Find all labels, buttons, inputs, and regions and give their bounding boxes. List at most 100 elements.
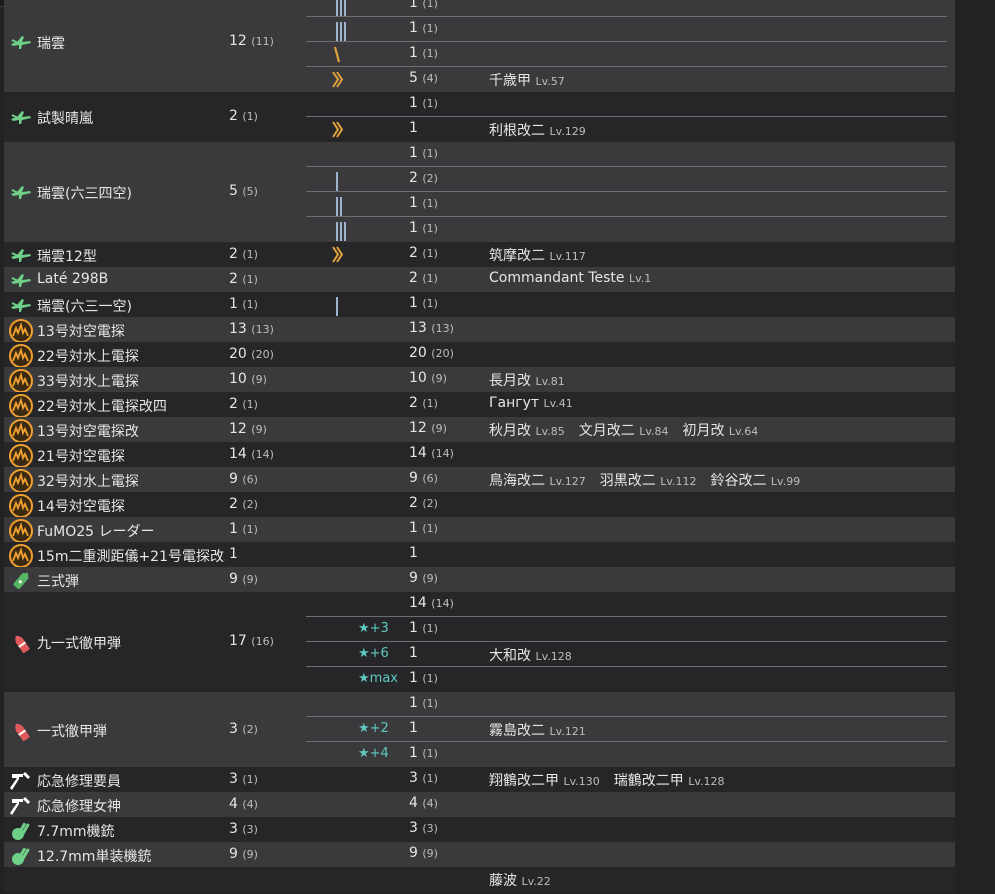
equipment-subrow[interactable]: 10 (9) 長月改 Lv.81 bbox=[306, 367, 947, 392]
equipment-subrow[interactable]: 2 (2) bbox=[306, 167, 947, 192]
radar-icon bbox=[9, 343, 33, 368]
equipment-group[interactable]: 瑞雲(六三一空) 1 (1) 1 (1) bbox=[4, 292, 955, 317]
equipment-subrow[interactable]: 5 (4) 千歳甲 Lv.57 bbox=[306, 67, 947, 92]
equipment-group[interactable]: 14号対空電探 2 (2) 2 (2) bbox=[4, 492, 955, 518]
equipment-group[interactable]: 九一式徹甲弾 17 (16) 14 (14) ★+3 1 (1) ★+6 1 大和改 Lv.1… bbox=[4, 592, 955, 692]
equipment-subrow[interactable]: 9 (9) bbox=[306, 567, 947, 592]
ship-entry[interactable]: 霧島改二 Lv.121 bbox=[489, 723, 586, 739]
equipment-subrow[interactable]: 14 (14) bbox=[306, 592, 947, 617]
equipment-subrow[interactable]: 2 (1) Commandant Teste Lv.1 bbox=[306, 267, 947, 292]
equipment-name: 瑞雲(六三一空) bbox=[37, 298, 132, 315]
ship-entry[interactable]: 瑞鶴改二甲 Lv.128 bbox=[614, 773, 725, 789]
ship-entry[interactable]: Commandant Teste Lv.1 bbox=[489, 270, 651, 286]
equipment-group[interactable]: 33号対水上電探 10 (9) 10 (9) 長月改 Lv.81 bbox=[4, 367, 955, 393]
equipment-subrow[interactable]: 1 (1) bbox=[306, 142, 947, 167]
equipment-subrow[interactable]: 20 (20) bbox=[306, 342, 947, 367]
ship-level: Lv.117 bbox=[549, 250, 586, 263]
equipment-subrow[interactable]: 1 (1) bbox=[306, 0, 947, 17]
equipment-subrow[interactable]: 1 (1) bbox=[306, 92, 947, 117]
equipment-subrow[interactable]: 3 (3) bbox=[306, 817, 947, 842]
equipment-subrow[interactable]: 4 (4) bbox=[306, 792, 947, 817]
equipment-subrow[interactable]: 13 (13) bbox=[306, 317, 947, 342]
ship-entry[interactable]: 初月改 Lv.64 bbox=[682, 423, 758, 439]
ship-level: Lv.128 bbox=[688, 775, 725, 788]
equipment-group[interactable]: 試製晴嵐 2 (1) 1 (1) 1 利根改二 Lv.129 bbox=[4, 92, 955, 142]
equipment-group[interactable]: 応急修理女神 4 (4) 4 (4) bbox=[4, 792, 955, 817]
total-locked-count: (2) bbox=[242, 722, 258, 736]
equipment-subrow[interactable]: 1 bbox=[306, 542, 947, 567]
ship-entry[interactable]: 利根改二 Lv.129 bbox=[489, 123, 586, 139]
ap-shell-icon bbox=[9, 631, 33, 655]
ship-entry[interactable]: 藤波 Lv.22 bbox=[489, 873, 551, 889]
ship-entry[interactable]: 大和改 Lv.128 bbox=[489, 648, 572, 664]
subrow-count: 2 (2) bbox=[409, 495, 438, 511]
ship-entry[interactable]: 千歳甲 Lv.57 bbox=[489, 73, 565, 89]
ship-level: Lv.128 bbox=[535, 650, 572, 663]
ship-entry[interactable]: 翔鶴改二甲 Lv.130 bbox=[489, 773, 600, 789]
equipment-subrow[interactable]: 2 (2) bbox=[306, 492, 947, 517]
equipment-group[interactable]: 22号対水上電探 20 (20) 20 (20) bbox=[4, 342, 955, 368]
ship-entry[interactable]: Гангут Lv.41 bbox=[489, 395, 573, 411]
ship-level: Lv.1 bbox=[628, 272, 652, 285]
ship-entry[interactable]: 鳥海改二 Lv.127 bbox=[489, 473, 586, 489]
equipment-total: 10 (9) bbox=[229, 371, 267, 387]
total-count: 12 bbox=[229, 33, 247, 49]
equipment-name: 応急修理要員 bbox=[37, 773, 121, 790]
equipment-subrow[interactable]: 12 (9) 秋月改 Lv.85 文月改二 Lv.84 初月改 Lv.64 bbox=[306, 417, 947, 442]
equipment-subrow[interactable]: 2 (1) 筑摩改二 Lv.117 bbox=[306, 242, 947, 267]
equipment-subrow[interactable]: 1 利根改二 Lv.129 bbox=[306, 117, 947, 142]
equipment-group[interactable]: 三式弾 9 (9) 9 (9) bbox=[4, 567, 955, 592]
total-locked-count: (1) bbox=[242, 272, 258, 286]
equipment-list: 瑞雲 12 (11) 1 (1) 1 (1) 1 (1) 5 (4) 千歳甲 Lv.57 試… bbox=[0, 0, 995, 894]
subrow-count: 10 (9) bbox=[409, 370, 447, 386]
equipment-group[interactable]: 13号対空電探 13 (13) 13 (13) bbox=[4, 317, 955, 343]
equipment-subrow[interactable]: 1 (1) bbox=[306, 42, 947, 67]
equipment-subrow[interactable]: 2 (1) Гангут Lv.41 bbox=[306, 392, 947, 417]
equipment-subrow[interactable]: ★+4 1 (1) bbox=[306, 742, 947, 767]
equipment-subrow[interactable]: 1 (1) bbox=[306, 692, 947, 717]
equipment-group[interactable]: 15m二重測距儀+21号電探改二 1 1 bbox=[4, 542, 955, 568]
total-locked-count: (9) bbox=[251, 422, 267, 436]
ship-entry[interactable]: 長月改 Lv.81 bbox=[489, 373, 565, 389]
equipment-group[interactable]: 瑞雲12型 2 (1) 2 (1) 筑摩改二 Lv.117 bbox=[4, 242, 955, 267]
equipment-subrow[interactable]: 1 (1) bbox=[306, 217, 947, 242]
equipment-group[interactable]: 7.7mm機銃 3 (3) 3 (3) bbox=[4, 817, 955, 842]
subrow-count: 4 (4) bbox=[409, 795, 438, 811]
equipment-subrow[interactable]: 3 (1) 翔鶴改二甲 Lv.130 瑞鶴改二甲 Lv.128 bbox=[306, 767, 947, 792]
equipment-group[interactable]: 13号対空電探改 12 (9) 12 (9) 秋月改 Lv.85 文月改二 Lv.84 初… bbox=[4, 417, 955, 443]
subrow-count: 1 (1) bbox=[409, 45, 438, 61]
ship-entry[interactable]: 文月改二 Lv.84 bbox=[579, 423, 669, 439]
equipment-group[interactable]: Laté 298B 2 (1) 2 (1) Commandant Teste Lv.1 bbox=[4, 267, 955, 292]
equipment-subrow[interactable]: 藤波 Lv.22 bbox=[306, 867, 947, 892]
equipment-name: 瑞雲12型 bbox=[37, 248, 97, 265]
equipment-subrow[interactable]: 9 (6) 鳥海改二 Lv.127 羽黒改二 Lv.112 鈴谷改二 Lv.99 bbox=[306, 467, 947, 492]
ship-entry[interactable]: 羽黒改二 Lv.112 bbox=[600, 473, 697, 489]
equipment-subrow[interactable]: 1 (1) bbox=[306, 192, 947, 217]
equipment-subrow[interactable]: 1 (1) bbox=[306, 292, 947, 317]
equipment-subrow[interactable]: 1 (1) bbox=[306, 17, 947, 42]
equipment-subrow[interactable]: ★+3 1 (1) bbox=[306, 617, 947, 642]
equipment-subrow[interactable]: ★+2 1 霧島改二 Lv.121 bbox=[306, 717, 947, 742]
equipment-group[interactable]: 応急修理要員 3 (1) 3 (1) 翔鶴改二甲 Lv.130 瑞鶴改二甲 Lv.128 bbox=[4, 767, 955, 792]
equipment-group[interactable]: 一式徹甲弾 3 (2) 1 (1) ★+2 1 霧島改二 Lv.121 ★+4 1 (1) bbox=[4, 692, 955, 767]
equipment-subrow[interactable]: 9 (9) bbox=[306, 842, 947, 867]
ship-entry[interactable]: 鈴谷改二 Lv.99 bbox=[710, 473, 800, 489]
equipment-group[interactable]: 22号対水上電探改四 2 (1) 2 (1) Гангут Lv.41 bbox=[4, 392, 955, 418]
total-count: 9 bbox=[229, 470, 238, 487]
equipment-group[interactable]: 瑞雲 12 (11) 1 (1) 1 (1) 1 (1) 5 (4) 千歳甲 Lv.57 bbox=[4, 0, 955, 92]
total-locked-count: (1) bbox=[242, 297, 258, 311]
equipment-subrow[interactable]: 14 (14) bbox=[306, 442, 947, 467]
equipment-group[interactable]: 藤波 Lv.22 bbox=[4, 867, 955, 892]
equipment-subrow[interactable]: 1 (1) bbox=[306, 517, 947, 542]
equipment-group[interactable]: 21号対空電探 14 (14) 14 (14) bbox=[4, 442, 955, 468]
ship-entry[interactable]: 筑摩改二 Lv.117 bbox=[489, 248, 586, 264]
count-value: 9 bbox=[409, 470, 418, 486]
equipment-group[interactable]: 32号対水上電探 9 (6) 9 (6) 鳥海改二 Lv.127 羽黒改二 Lv.112… bbox=[4, 467, 955, 493]
equipment-group[interactable]: FuMO25 レーダー 1 (1) 1 (1) bbox=[4, 517, 955, 543]
equipment-subrow[interactable]: ★+6 1 大和改 Lv.128 bbox=[306, 642, 947, 667]
ship-entry[interactable]: 秋月改 Lv.85 bbox=[489, 423, 565, 439]
equipment-group[interactable]: 12.7mm単装機銃 9 (9) 9 (9) bbox=[4, 842, 955, 867]
equipment-subrow[interactable]: ★max 1 (1) bbox=[306, 667, 947, 692]
radar-icon bbox=[9, 318, 33, 343]
equipment-group[interactable]: 瑞雲(六三四空) 5 (5) 1 (1) 2 (2) 1 (1) 1 (1) bbox=[4, 142, 955, 242]
